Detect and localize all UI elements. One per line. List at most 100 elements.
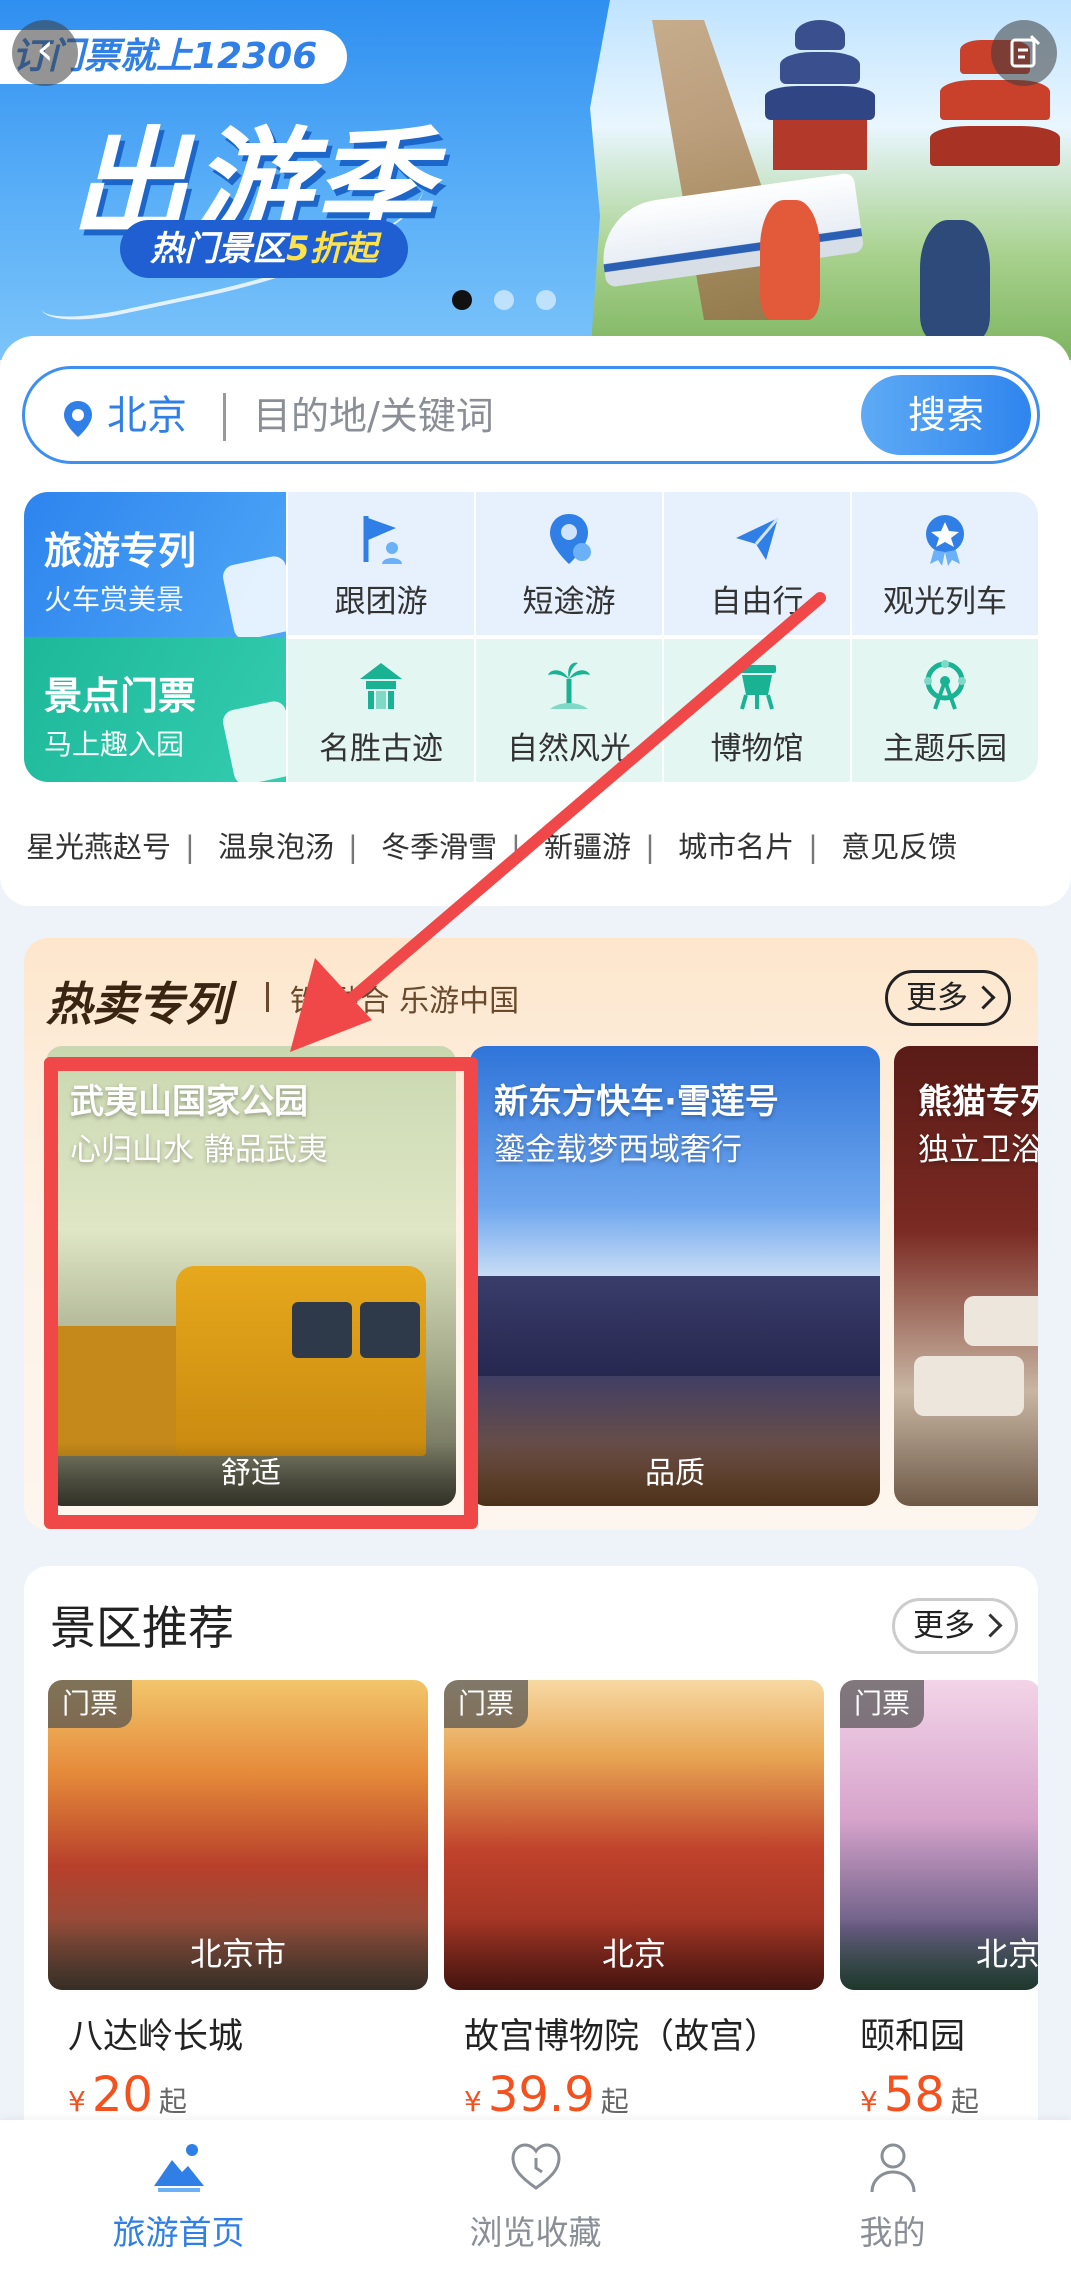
quick-link-city-card[interactable]: 城市名片 bbox=[678, 830, 794, 864]
search-bar: 北京 搜索 bbox=[22, 366, 1040, 464]
pagination-dot bbox=[452, 290, 472, 310]
currency-symbol: ¥ bbox=[464, 2085, 482, 2118]
hot-more-button[interactable]: 更多 bbox=[885, 970, 1011, 1026]
spot-price: ¥20 起 bbox=[48, 2067, 428, 2123]
spot-card-forbidden-city[interactable]: 门票 北京 故宫博物院（故宫） ¥39.9 起 bbox=[444, 1680, 824, 2123]
scenic-more-button[interactable]: 更多 bbox=[892, 1598, 1018, 1654]
route-card-wuyishan[interactable]: 武夷山国家公园 心归山水 静品武夷 舒适 bbox=[46, 1046, 456, 1506]
quick-link-xingguang[interactable]: 星光燕赵号 bbox=[26, 830, 171, 864]
currency-symbol: ¥ bbox=[860, 2085, 878, 2118]
route-tag: 舒适 bbox=[46, 1442, 456, 1506]
train-icon bbox=[220, 554, 286, 637]
tab-label: 我的 bbox=[859, 2213, 926, 2252]
quick-link-hot-spring[interactable]: 温泉泡汤 bbox=[218, 830, 334, 864]
search-input[interactable] bbox=[253, 389, 853, 443]
quick-link-feedback[interactable]: 意见反馈 bbox=[841, 830, 957, 864]
quick-link-separator: | bbox=[185, 830, 195, 864]
heart-clock-icon bbox=[511, 2143, 561, 2190]
scenic-ticket-tile[interactable]: 景点门票 马上趣入园 bbox=[24, 637, 286, 782]
quick-link-ski[interactable]: 冬季滑雪 bbox=[381, 830, 497, 864]
city-selector[interactable]: 北京 bbox=[107, 389, 187, 443]
category-theme-park[interactable]: 主题乐园 bbox=[852, 639, 1038, 782]
back-button[interactable]: ‹ bbox=[12, 20, 78, 86]
category-label: 自由行 bbox=[710, 584, 804, 620]
spot-name: 颐和园 bbox=[860, 2017, 966, 2057]
category-historic-sites[interactable]: 名胜古迹 bbox=[288, 639, 474, 782]
price-value: 20 bbox=[91, 2067, 153, 2123]
currency-symbol: ¥ bbox=[68, 2085, 86, 2118]
category-label: 名胜古迹 bbox=[319, 731, 443, 767]
tab-mine[interactable]: 我的 bbox=[714, 2120, 1071, 2272]
promo-banner[interactable]: 出游季 热门景区5折起 订门票就上12306 ‹ bbox=[0, 0, 1071, 360]
spot-location: 北京 bbox=[840, 1918, 1038, 1990]
category-label: 博物馆 bbox=[710, 731, 804, 767]
spot-location: 北京市 bbox=[48, 1918, 428, 1990]
spot-image: 门票 北京 bbox=[840, 1680, 1038, 1990]
category-grid: 旅游专列 火车赏美景 景点门票 马上趣入园 跟团游 短途游 自由行 观光列车 名… bbox=[24, 492, 1038, 782]
pagination-dot bbox=[494, 290, 514, 310]
banner-subtitle-highlight: 5折起 bbox=[286, 229, 378, 269]
tab-favorites[interactable]: 浏览收藏 bbox=[357, 2120, 714, 2272]
paper-plane-icon bbox=[736, 517, 780, 560]
edit-button[interactable] bbox=[991, 20, 1057, 86]
category-independent-travel[interactable]: 自由行 bbox=[664, 492, 850, 635]
quick-link-xinjiang[interactable]: 新疆游 bbox=[544, 830, 631, 864]
pavilion-icon bbox=[360, 663, 402, 709]
travel-train-subtitle: 火车赏美景 bbox=[44, 583, 185, 616]
category-group-tour[interactable]: 跟团游 bbox=[288, 492, 474, 635]
spot-name: 故宫博物院（故宫） bbox=[464, 2017, 780, 2057]
price-suffix: 起 bbox=[950, 2085, 979, 2118]
quick-link-separator: | bbox=[645, 830, 655, 864]
price-suffix: 起 bbox=[158, 2085, 187, 2118]
spot-card-summer-palace[interactable]: 门票 北京 颐和园 ¥58 起 bbox=[840, 1680, 1038, 2123]
price-suffix: 起 bbox=[600, 2085, 629, 2118]
ticket-badge: 门票 bbox=[48, 1680, 133, 1728]
route-name: 武夷山国家公园 bbox=[70, 1082, 308, 1122]
main-card: 北京 搜索 旅游专列 火车赏美景 景点门票 马上趣入园 跟团游 短途游 自由行 bbox=[0, 336, 1071, 906]
quick-link-separator: | bbox=[511, 830, 521, 864]
scenic-section-title: 景区推荐 bbox=[50, 1601, 234, 1655]
back-arrow-icon: ‹ bbox=[36, 24, 54, 75]
bottom-tab-bar: 旅游首页 浏览收藏 我的 bbox=[0, 2120, 1071, 2272]
spot-price: ¥39.9 起 bbox=[444, 2067, 824, 2123]
hot-section-slogan: 铁 融合 乐游中国 bbox=[290, 984, 520, 1019]
category-museum[interactable]: 博物馆 bbox=[664, 639, 850, 782]
route-desc: 心归山水 静品武夷 bbox=[70, 1132, 328, 1168]
train-image bbox=[470, 1276, 880, 1376]
ticket-icon bbox=[220, 699, 286, 782]
category-natural-scenery[interactable]: 自然风光 bbox=[476, 639, 662, 782]
category-label: 自然风光 bbox=[507, 731, 631, 767]
group-flag-icon bbox=[363, 516, 402, 564]
locomotive-image bbox=[176, 1266, 426, 1456]
scenic-ticket-title: 景点门票 bbox=[44, 674, 197, 718]
category-label: 短途游 bbox=[522, 584, 616, 620]
route-desc: 鎏金载梦西域奢行 bbox=[494, 1132, 742, 1168]
price-value: 39.9 bbox=[487, 2067, 595, 2123]
category-label: 跟团游 bbox=[334, 584, 428, 620]
spot-card-badaling[interactable]: 门票 北京市 八达岭长城 ¥20 起 bbox=[48, 1680, 428, 2123]
bronze-vessel-icon bbox=[738, 665, 776, 710]
banner-pagination bbox=[452, 290, 556, 310]
ticket-badge: 门票 bbox=[840, 1680, 925, 1728]
price-value: 58 bbox=[883, 2067, 945, 2123]
route-card-panda[interactable]: 熊猫专列 独立卫浴 bbox=[894, 1046, 1038, 1506]
travel-train-tile[interactable]: 旅游专列 火车赏美景 bbox=[24, 492, 286, 637]
palm-tree-icon bbox=[548, 662, 590, 709]
quick-links: 星光燕赵号 | 温泉泡汤 | 冬季滑雪 | 新疆游 | 城市名片 | 意见反馈 bbox=[26, 824, 957, 866]
mountain-sun-icon bbox=[154, 2144, 204, 2192]
search-divider bbox=[223, 393, 226, 441]
search-button[interactable]: 搜索 bbox=[861, 375, 1031, 455]
title-divider bbox=[266, 982, 269, 1012]
ferris-wheel-icon bbox=[924, 660, 966, 710]
category-label: 主题乐园 bbox=[883, 731, 1007, 767]
route-tag: 品质 bbox=[470, 1442, 880, 1506]
tab-label: 旅游首页 bbox=[112, 2213, 245, 2252]
spot-image: 门票 北京市 bbox=[48, 1680, 428, 1990]
category-sightseeing-train[interactable]: 观光列车 bbox=[852, 492, 1038, 635]
edit-icon bbox=[1010, 34, 1041, 68]
tab-travel-home[interactable]: 旅游首页 bbox=[0, 2120, 357, 2272]
hot-section-title: 热卖专列 bbox=[46, 977, 230, 1031]
travel-train-title: 旅游专列 bbox=[44, 529, 197, 573]
category-short-trip[interactable]: 短途游 bbox=[476, 492, 662, 635]
route-card-orient-express[interactable]: 新东方快车·雪莲号 鎏金载梦西域奢行 品质 bbox=[470, 1046, 880, 1506]
